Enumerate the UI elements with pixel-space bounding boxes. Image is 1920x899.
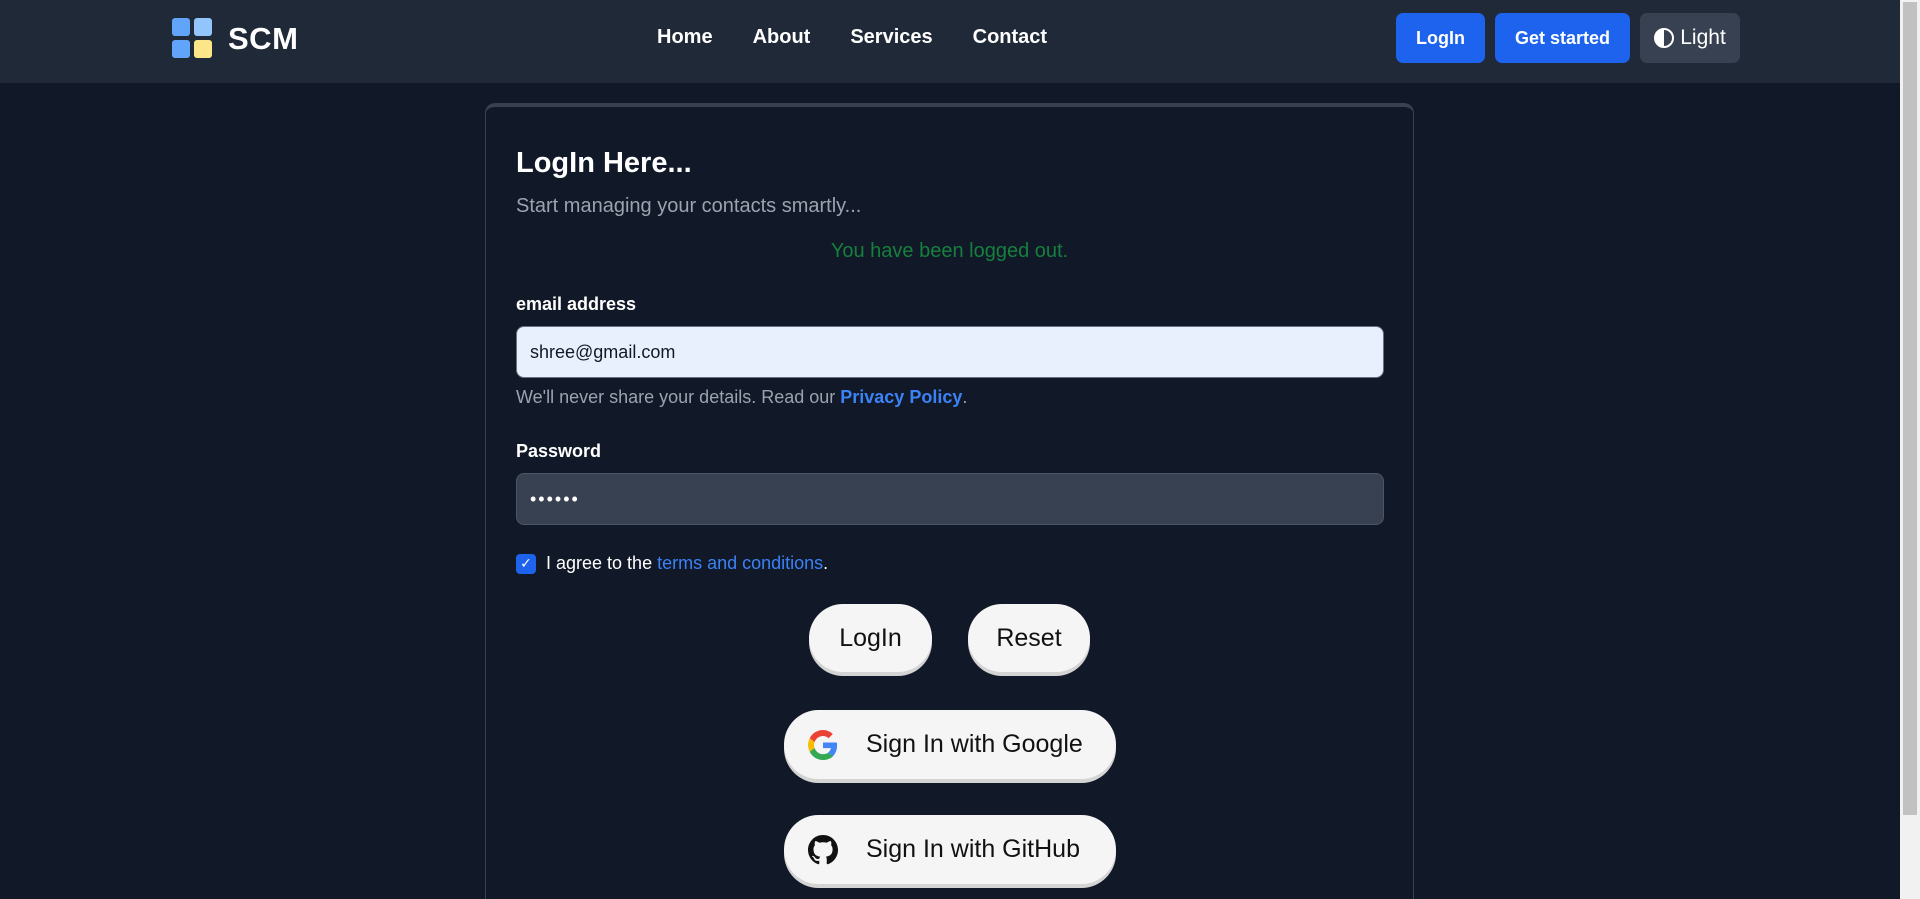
nav-login-button[interactable]: LogIn	[1396, 13, 1485, 63]
terms-checkbox[interactable]: ✓	[516, 553, 536, 574]
terms-row: ✓ I agree to the terms and conditions.	[516, 553, 828, 574]
github-button-label: Sign In with GitHub	[866, 835, 1080, 863]
terms-link[interactable]: terms and conditions	[657, 553, 823, 573]
privacy-policy-link[interactable]: Privacy Policy	[840, 387, 962, 407]
nav-about[interactable]: About	[753, 26, 811, 49]
help-suffix: .	[962, 387, 968, 407]
theme-toggle-icon	[1654, 28, 1675, 48]
reset-button[interactable]: Reset	[968, 604, 1090, 672]
github-icon	[808, 834, 838, 864]
get-started-button[interactable]: Get started	[1494, 13, 1631, 63]
password-label: Password	[516, 441, 602, 461]
help-text: We'll never share your details. Read our	[516, 387, 841, 407]
terms-prefix: I agree to the	[546, 553, 658, 573]
brand-name: SCM	[228, 21, 299, 56]
contacts-logo-icon	[172, 18, 214, 60]
google-signin-button[interactable]: Sign In with Google	[784, 710, 1116, 779]
page-scrollbar[interactable]	[1900, 0, 1920, 899]
email-help-text: We'll never share your details. Read our…	[516, 387, 967, 408]
logout-message: You have been logged out.	[830, 240, 1069, 262]
page-subtitle: Start managing your contacts smartly...	[516, 195, 862, 217]
nav-home[interactable]: Home	[657, 26, 713, 49]
login-button[interactable]: LogIn	[809, 604, 932, 672]
email-field[interactable]	[516, 326, 1384, 378]
github-signin-button[interactable]: Sign In with GitHub	[784, 815, 1116, 884]
nav-services[interactable]: Services	[850, 26, 932, 49]
nav-links: Home About Services Contact	[657, 26, 1047, 49]
navbar: SCM Home About Services Contact LogIn Ge…	[0, 0, 1900, 83]
google-icon	[808, 729, 838, 760]
theme-toggle-button[interactable]: Light	[1640, 13, 1741, 63]
scrollbar-thumb[interactable]	[1903, 2, 1917, 815]
terms-suffix: .	[823, 553, 829, 573]
theme-label: Light	[1680, 26, 1726, 49]
checkbox-check-icon: ✓	[520, 555, 532, 571]
brand[interactable]: SCM	[172, 18, 298, 60]
password-field[interactable]	[516, 473, 1384, 525]
page-title: LogIn Here...	[516, 147, 692, 179]
nav-contact[interactable]: Contact	[973, 26, 1047, 49]
login-card: LogIn Here... Start managing your contac…	[485, 103, 1414, 899]
nav-actions: LogIn Get started Light	[1396, 13, 1741, 63]
email-label: email address	[516, 294, 637, 314]
terms-text: I agree to the terms and conditions.	[546, 553, 828, 574]
google-button-label: Sign In with Google	[866, 730, 1083, 758]
